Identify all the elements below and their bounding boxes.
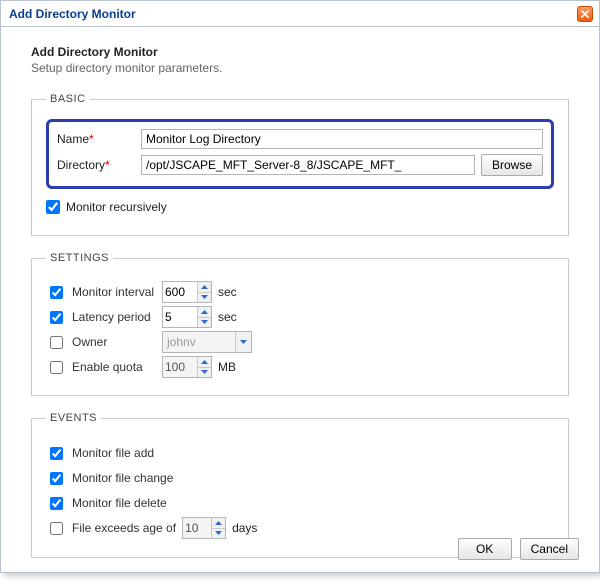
recursive-label: Monitor recursively: [66, 200, 167, 214]
close-button[interactable]: [577, 6, 593, 22]
basic-legend: BASIC: [46, 93, 90, 105]
file-change-label: Monitor file change: [72, 471, 173, 485]
file-change-checkbox[interactable]: [50, 472, 63, 485]
spinner-up[interactable]: [212, 518, 225, 529]
latency-row: Latency period sec: [46, 306, 554, 328]
browse-button[interactable]: Browse: [481, 154, 543, 176]
chevron-down-icon: [240, 340, 247, 344]
name-label: Name*: [57, 132, 135, 146]
file-add-checkbox[interactable]: [50, 447, 63, 460]
file-delete-checkbox[interactable]: [50, 497, 63, 510]
latency-spinner[interactable]: [162, 306, 212, 328]
monitor-interval-checkbox[interactable]: [50, 286, 63, 299]
events-legend: EVENTS: [46, 412, 101, 424]
chevron-up-icon: [201, 285, 208, 289]
chevron-down-icon: [215, 531, 222, 535]
monitor-interval-row: Monitor interval sec: [46, 281, 554, 303]
directory-row: Directory* Browse: [57, 154, 543, 176]
spinner-down[interactable]: [198, 318, 211, 328]
quota-spinner[interactable]: [162, 356, 212, 378]
events-fieldset: EVENTS Monitor file add Monitor file cha…: [31, 412, 569, 558]
chevron-up-icon: [201, 310, 208, 314]
spinner-up[interactable]: [198, 357, 211, 368]
page-title: Add Directory Monitor: [31, 45, 569, 59]
dialog-footer: OK Cancel: [458, 538, 579, 560]
dialog-content: Add Directory Monitor Setup directory mo…: [1, 27, 599, 584]
file-age-value[interactable]: [183, 518, 211, 538]
latency-value[interactable]: [163, 307, 197, 327]
file-age-row: File exceeds age of days: [46, 518, 554, 538]
combo-drop[interactable]: [235, 332, 251, 352]
quota-value[interactable]: [163, 357, 197, 377]
chevron-down-icon: [201, 295, 208, 299]
basic-fieldset: BASIC Name* Directory* Browse: [31, 93, 569, 236]
spinner-down[interactable]: [198, 293, 211, 303]
name-input[interactable]: [141, 129, 543, 149]
owner-value: johnv: [163, 335, 235, 349]
owner-combo[interactable]: johnv: [162, 331, 252, 353]
settings-fieldset: SETTINGS Monitor interval sec: [31, 252, 569, 396]
page-subtitle: Setup directory monitor parameters.: [31, 61, 569, 75]
sec-unit: sec: [218, 285, 237, 299]
ok-button[interactable]: OK: [458, 538, 512, 560]
chevron-up-icon: [201, 360, 208, 364]
file-age-spinner[interactable]: [182, 517, 226, 539]
owner-checkbox[interactable]: [50, 336, 63, 349]
owner-row: Owner johnv: [46, 331, 554, 353]
chevron-down-icon: [201, 320, 208, 324]
monitor-interval-value[interactable]: [163, 282, 197, 302]
file-delete-row: Monitor file delete: [46, 493, 554, 513]
chevron-up-icon: [215, 521, 222, 525]
spinner-up[interactable]: [198, 307, 211, 318]
file-add-row: Monitor file add: [46, 443, 554, 463]
directory-input[interactable]: [141, 155, 475, 175]
file-delete-label: Monitor file delete: [72, 496, 167, 510]
file-age-label-prefix: File exceeds age of: [72, 521, 176, 535]
latency-label: Latency period: [72, 310, 151, 324]
quota-label: Enable quota: [72, 360, 143, 374]
chevron-down-icon: [201, 370, 208, 374]
days-unit: days: [232, 521, 257, 535]
monitor-interval-spinner[interactable]: [162, 281, 212, 303]
monitor-interval-label: Monitor interval: [72, 285, 154, 299]
recursive-row: Monitor recursively: [46, 197, 554, 217]
file-add-label: Monitor file add: [72, 446, 154, 460]
spinner-up[interactable]: [198, 282, 211, 293]
file-age-checkbox[interactable]: [50, 522, 63, 535]
spinner-down[interactable]: [212, 529, 225, 539]
quota-row: Enable quota MB: [46, 356, 554, 378]
window-title: Add Directory Monitor: [9, 7, 136, 21]
required-star: *: [105, 158, 110, 172]
settings-legend: SETTINGS: [46, 252, 113, 264]
spinner-down[interactable]: [198, 368, 211, 378]
titlebar: Add Directory Monitor: [1, 1, 599, 27]
owner-label: Owner: [72, 335, 107, 349]
required-star: *: [89, 132, 94, 146]
recursive-checkbox[interactable]: [46, 200, 60, 214]
basic-highlight: Name* Directory* Browse: [46, 119, 554, 189]
quota-checkbox[interactable]: [50, 361, 63, 374]
latency-checkbox[interactable]: [50, 311, 63, 324]
cancel-button[interactable]: Cancel: [520, 538, 579, 560]
dialog-window: Add Directory Monitor Add Directory Moni…: [0, 0, 600, 573]
mb-unit: MB: [218, 360, 236, 374]
file-change-row: Monitor file change: [46, 468, 554, 488]
close-icon: [581, 10, 589, 18]
name-row: Name*: [57, 128, 543, 150]
directory-label: Directory*: [57, 158, 135, 172]
sec-unit: sec: [218, 310, 237, 324]
